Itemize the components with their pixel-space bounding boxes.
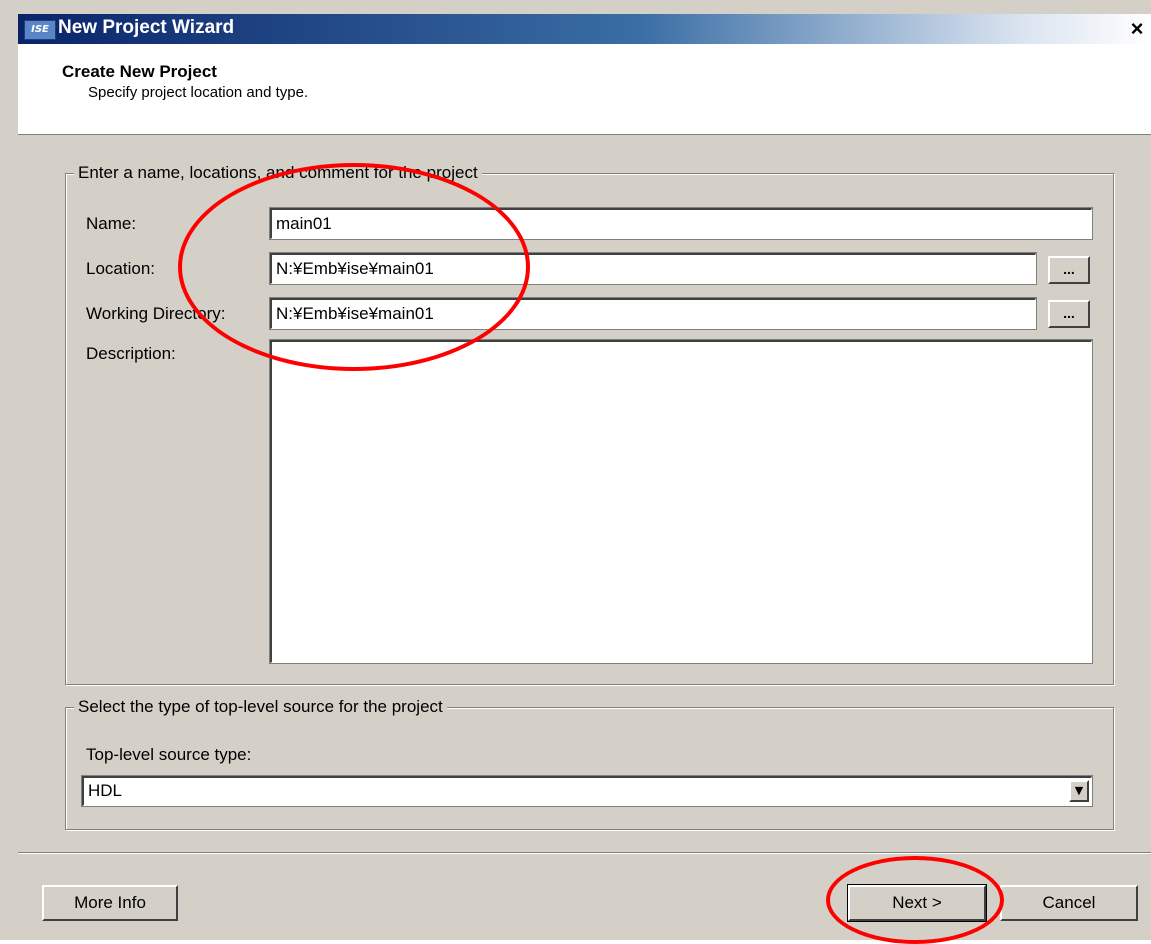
source-type-group: Select the type of top-level source for … bbox=[65, 697, 1114, 830]
ise-app-icon: ISE bbox=[24, 20, 56, 40]
location-label: Location: bbox=[86, 259, 155, 278]
top-level-source-type-value: HDL bbox=[88, 781, 123, 800]
location-browse-button[interactable]: ... bbox=[1048, 256, 1090, 284]
source-type-legend: Select the type of top-level source for … bbox=[74, 697, 447, 717]
page-title: Create New Project bbox=[62, 62, 217, 81]
dropdown-arrow-icon[interactable]: ▼ bbox=[1069, 780, 1089, 802]
cancel-button[interactable]: Cancel bbox=[1000, 885, 1138, 921]
footer-divider bbox=[18, 852, 1151, 854]
title-bar[interactable]: ISE New Project Wizard bbox=[18, 14, 1151, 44]
name-input[interactable]: main01 bbox=[270, 208, 1092, 239]
next-button[interactable]: Next > bbox=[847, 884, 987, 922]
project-details-legend: Enter a name, locations, and comment for… bbox=[74, 163, 482, 183]
close-icon[interactable]: × bbox=[1127, 18, 1147, 40]
wizard-header: Create New Project Specify project locat… bbox=[18, 44, 1151, 135]
more-info-button[interactable]: More Info bbox=[42, 885, 178, 921]
working-directory-input[interactable]: N:¥Emb¥ise¥main01 bbox=[270, 298, 1036, 329]
new-project-wizard-window: ISE New Project Wizard × Create New Proj… bbox=[0, 0, 1151, 944]
page-subtitle: Specify project location and type. bbox=[88, 84, 309, 101]
top-level-source-type-select[interactable]: HDL ▼ bbox=[82, 776, 1092, 806]
top-level-source-type-label: Top-level source type: bbox=[86, 745, 252, 764]
working-directory-browse-button[interactable]: ... bbox=[1048, 300, 1090, 328]
description-textarea[interactable] bbox=[270, 340, 1092, 663]
description-label: Description: bbox=[86, 344, 176, 363]
location-input[interactable]: N:¥Emb¥ise¥main01 bbox=[270, 253, 1036, 284]
working-directory-label: Working Directory: bbox=[86, 304, 226, 323]
window-title: New Project Wizard bbox=[58, 17, 235, 38]
name-label: Name: bbox=[86, 214, 137, 233]
